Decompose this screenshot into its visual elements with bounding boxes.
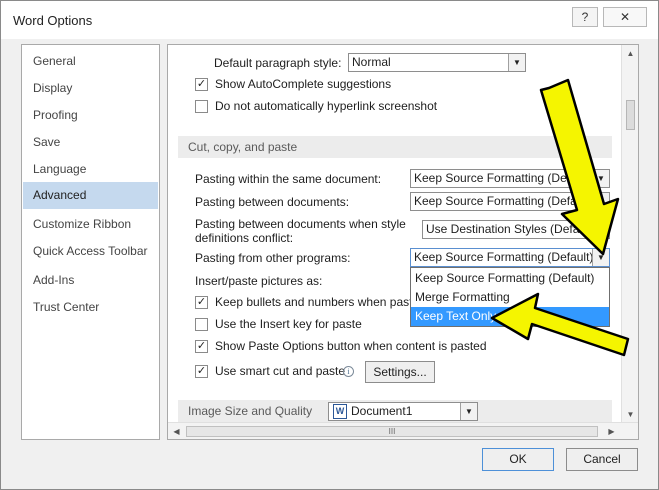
nav-item-label: Language — [33, 162, 87, 176]
default-paragraph-style-select[interactable]: Normal ▼ — [348, 53, 526, 72]
other-programs-label: Pasting from other programs: — [195, 251, 351, 265]
paste-other-programs-dropdown: Keep Source Formatting (Default) Merge F… — [410, 267, 610, 327]
select-value: Use Destination Styles (Default) — [426, 222, 597, 236]
insert-key-checkbox[interactable] — [195, 318, 208, 331]
dropdown-option-keep-text-only[interactable]: Keep Text Only — [411, 307, 609, 326]
nav-item-label: Trust Center — [33, 300, 100, 314]
nav-item-general[interactable]: General — [23, 48, 158, 75]
close-button[interactable]: ✕ — [603, 7, 647, 27]
between-docs-label: Pasting between documents: — [195, 195, 350, 209]
chevron-down-icon: ▼ — [592, 193, 609, 210]
no-hyperlink-checkbox[interactable] — [195, 100, 208, 113]
chevron-down-icon: ▼ — [460, 403, 477, 420]
vertical-scroll-thumb[interactable] — [626, 100, 635, 130]
show-paste-options-checkbox[interactable]: ✓ — [195, 340, 208, 353]
style-conflict-label-line2: definitions conflict: — [195, 231, 294, 245]
horizontal-scroll-thumb[interactable]: III — [186, 426, 598, 437]
no-hyperlink-label: Do not automatically hyperlink screensho… — [215, 99, 438, 113]
settings-button[interactable]: Settings... — [365, 361, 435, 383]
nav-item-add-ins[interactable]: Add-Ins — [23, 267, 158, 294]
default-paragraph-style-label: Default paragraph style: — [214, 56, 342, 70]
chevron-down-icon: ▼ — [592, 170, 609, 187]
nav-item-label: Proofing — [33, 108, 78, 122]
autocomplete-label: Show AutoComplete suggestions — [215, 77, 392, 91]
insert-key-label: Use the Insert key for paste — [215, 317, 362, 331]
info-icon: i — [343, 366, 354, 377]
select-value: Normal — [352, 55, 391, 69]
between-docs-select[interactable]: Keep Source Formatting (Default) ▼ — [410, 192, 610, 211]
nav-item-label: Save — [33, 135, 61, 149]
advanced-options-panel: Default paragraph style: Normal ▼ ✓ Show… — [167, 44, 639, 440]
keep-bullets-label: Keep bullets and numbers when paste — [215, 295, 420, 309]
autocomplete-checkbox[interactable]: ✓ — [195, 78, 208, 91]
window-title: Word Options — [13, 13, 93, 28]
smart-cut-checkbox[interactable]: ✓ — [195, 365, 208, 378]
select-value: Keep Source Formatting (Default) — [414, 194, 594, 208]
scroll-left-icon[interactable]: ◀ — [168, 423, 185, 439]
section-title: Image Size and Quality — [188, 404, 313, 418]
title-bar: Word Options ? ✕ — [1, 1, 658, 39]
panel-content: Default paragraph style: Normal ▼ ✓ Show… — [168, 45, 622, 423]
nav-item-label: Customize Ribbon — [33, 217, 132, 231]
style-conflict-label-line1: Pasting between documents when style — [195, 217, 406, 231]
help-button[interactable]: ? — [572, 7, 598, 27]
options-nav: General Display Proofing Save Language A… — [21, 44, 160, 440]
ok-button[interactable]: OK — [482, 448, 554, 471]
nav-item-customize-ribbon[interactable]: Customize Ribbon — [23, 211, 158, 238]
scroll-up-icon[interactable]: ▲ — [622, 45, 638, 62]
within-doc-select[interactable]: Keep Source Formatting (Default) ▼ — [410, 169, 610, 188]
nav-item-label: Display — [33, 81, 73, 95]
nav-item-advanced[interactable]: Advanced — [23, 182, 158, 209]
nav-item-quick-access-toolbar[interactable]: Quick Access Toolbar — [23, 238, 158, 265]
word-options-dialog: Word Options ? ✕ General Display Proofin… — [0, 0, 659, 490]
dropdown-option-keep-source[interactable]: Keep Source Formatting (Default) — [411, 269, 609, 288]
nav-item-label: Advanced — [33, 188, 87, 202]
nav-item-label: Quick Access Toolbar — [33, 244, 148, 258]
nav-item-save[interactable]: Save — [23, 129, 158, 156]
horizontal-scrollbar[interactable]: ◀ III ▶ — [168, 422, 638, 439]
nav-item-trust-center[interactable]: Trust Center — [23, 294, 158, 321]
section-header-cut-copy-paste: Cut, copy, and paste — [178, 136, 612, 158]
section-title: Cut, copy, and paste — [188, 140, 298, 154]
image-size-document-select[interactable]: W Document1 ▼ — [328, 402, 478, 421]
other-programs-select[interactable]: Keep Source Formatting (Default) ▼ — [410, 248, 610, 267]
chevron-down-icon: ▼ — [592, 221, 609, 238]
nav-item-language[interactable]: Language — [23, 156, 158, 183]
vertical-scrollbar[interactable]: ▲ ▼ — [621, 45, 638, 423]
word-document-icon: W — [333, 404, 347, 419]
within-doc-label: Pasting within the same document: — [195, 172, 382, 186]
scroll-down-icon[interactable]: ▼ — [622, 406, 638, 423]
style-conflict-select[interactable]: Use Destination Styles (Default) ▼ — [422, 220, 610, 239]
chevron-down-icon: ▼ — [592, 249, 609, 266]
smart-cut-label: Use smart cut and paste — [215, 364, 346, 378]
cancel-button[interactable]: Cancel — [566, 448, 638, 471]
keep-bullets-checkbox[interactable]: ✓ — [195, 296, 208, 309]
chevron-down-icon: ▼ — [508, 54, 525, 71]
nav-item-label: Add-Ins — [33, 273, 75, 287]
nav-item-display[interactable]: Display — [23, 75, 158, 102]
select-value: Keep Source Formatting (Default) — [414, 250, 594, 264]
select-value: Keep Source Formatting (Default) — [414, 171, 594, 185]
nav-item-label: General — [33, 54, 76, 68]
scroll-right-icon[interactable]: ▶ — [603, 423, 620, 439]
show-paste-options-label: Show Paste Options button when content i… — [215, 339, 487, 353]
dropdown-option-merge-formatting[interactable]: Merge Formatting — [411, 288, 609, 307]
insert-pictures-label: Insert/paste pictures as: — [195, 274, 323, 288]
select-value: Document1 — [351, 404, 413, 418]
nav-item-proofing[interactable]: Proofing — [23, 102, 158, 129]
